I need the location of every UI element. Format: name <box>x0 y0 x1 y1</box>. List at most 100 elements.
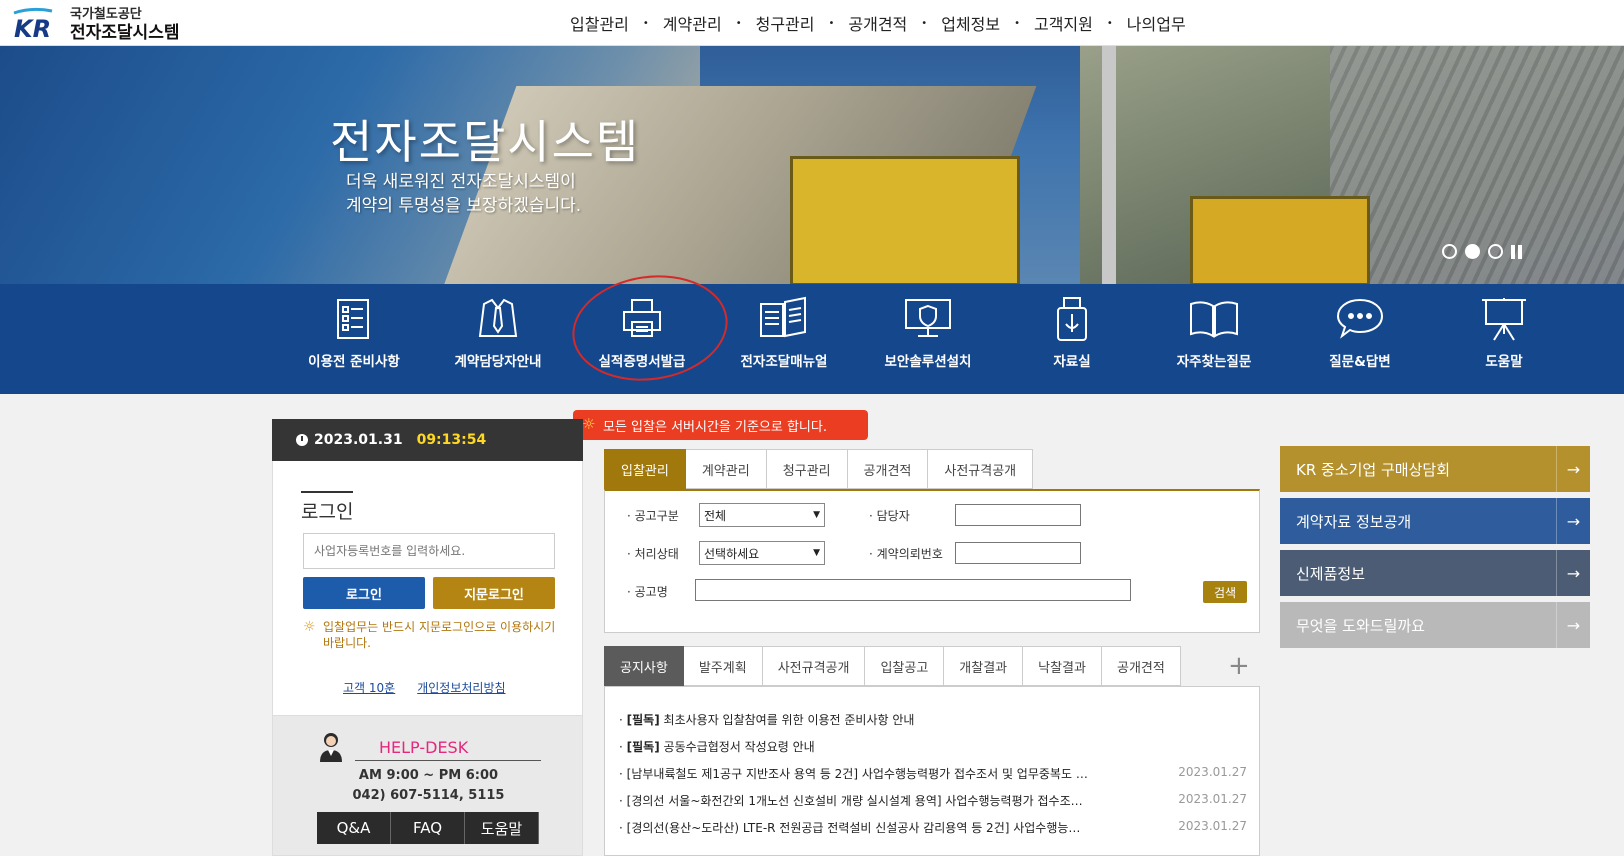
usb-icon <box>1057 297 1087 341</box>
checklist-icon <box>337 299 369 339</box>
notice-title: [경의선(용산~도라산) LTE-R 전원공급 전력설비 신설공사 감리용역 등… <box>626 821 1081 835</box>
slide-dot-3[interactable] <box>1488 244 1503 259</box>
banner-photo-maintenance-car <box>790 156 1020 284</box>
login-notice-text: 입찰업무는 반드시 지문로그인으로 이용하시기 바랍니다. <box>323 620 556 650</box>
quick-menu-security[interactable]: 보안솔루션설치 <box>860 284 996 394</box>
nav-bidding[interactable]: 입찰관리 <box>556 11 643 35</box>
list-item[interactable]: · [경의선(용산~도라산) LTE-R 전원공급 전력설비 신설공사 감리용역… <box>619 819 1247 836</box>
quick-menu-qna[interactable]: 질문&답변 <box>1292 284 1428 394</box>
process-status-select[interactable]: 선택하세요 ▼ <box>699 541 825 565</box>
help-assistant-link[interactable]: 무엇을 도와드릴까요 → <box>1280 602 1590 648</box>
site-logo[interactable]: KR 국가철도공단 전자조달시스템 <box>12 6 179 42</box>
search-tabs: 입찰관리 계약관리 청구관리 공개견적 사전규격공개 <box>604 449 1034 489</box>
right-link-label: 무엇을 도와드릴까요 <box>1296 616 1425 635</box>
login-links: 고객 10훈 개인정보처리방침 <box>343 679 506 696</box>
login-panel: 로그인 로그인 지문로그인 ☼ 입찰업무는 반드시 지문로그인으로 이용하시기 … <box>272 461 583 716</box>
privacy-policy-link[interactable]: 개인정보처리방침 <box>417 679 505 696</box>
speech-bubble-icon <box>1336 298 1384 339</box>
tab-contract[interactable]: 계약관리 <box>685 449 767 489</box>
help-button[interactable]: 도움말 <box>465 812 539 844</box>
server-time-notice-text: 모든 입찰은 서버시간을 기준으로 합니다. <box>603 419 827 435</box>
manager-input[interactable] <box>955 504 1081 526</box>
tab-bid-notice[interactable]: 입찰공고 <box>865 646 945 686</box>
tab-public-quote[interactable]: 공개견적 <box>847 449 929 489</box>
banner-photo-crane-car <box>1190 196 1370 284</box>
quick-menu-label: 보안솔루션설치 <box>884 354 972 370</box>
quick-menu-label: 자료실 <box>1053 354 1091 370</box>
server-clock: 2023.01.31 09:13:54 <box>272 419 583 461</box>
notice-title: [경의선 서울~화전간외 1개노선 신호설비 개량 실시설계 용역] 사업수행능… <box>626 794 1083 808</box>
sme-purchase-consult-link[interactable]: KR 중소기업 구매상담회 → <box>1280 446 1590 492</box>
clock-icon <box>296 434 308 446</box>
monitor-shield-icon <box>905 299 951 337</box>
nav-billing[interactable]: 청구관리 <box>742 11 829 35</box>
customer-principles-link[interactable]: 고객 10훈 <box>343 679 395 696</box>
quick-menu-faq[interactable]: 자주찾는질문 <box>1146 284 1282 394</box>
server-time-notice: ☼ 모든 입찰은 서버시간을 기준으로 합니다. <box>573 410 868 440</box>
banner-subtitle: 더욱 새로워진 전자조달시스템이 계약의 투명성을 보장하겠습니다. <box>346 170 581 218</box>
faq-button[interactable]: FAQ <box>391 812 465 844</box>
list-item[interactable]: · [필독] 공동수급협정서 작성요령 안내 <box>619 738 1247 755</box>
tab-pre-spec[interactable]: 사전규격공개 <box>762 646 866 686</box>
tab-award-result[interactable]: 낙찰결과 <box>1023 646 1102 686</box>
nav-company-info[interactable]: 업체정보 <box>927 11 1014 35</box>
tab-notices[interactable]: 공지사항 <box>604 646 684 686</box>
notice-tag: [필독] <box>626 740 660 754</box>
process-status-value: 선택하세요 <box>704 546 760 561</box>
quick-menu-contract-guide[interactable]: 계약담당자안내 <box>430 284 566 394</box>
banner-photo-pole <box>1102 46 1116 284</box>
notice-tag: [필독] <box>626 713 660 727</box>
quick-menu-archive[interactable]: 자료실 <box>1004 284 1140 394</box>
helpdesk-phone: 042) 607-5114, 5115 <box>352 788 505 803</box>
quick-menu-certificate[interactable]: 실적증명서발급 <box>574 284 710 394</box>
quick-menu-prep[interactable]: 이용전 준비사항 <box>286 284 422 394</box>
nav-public-quote[interactable]: 공개견적 <box>834 11 921 35</box>
tab-pre-spec[interactable]: 사전규격공개 <box>928 449 1034 489</box>
tab-billing[interactable]: 청구관리 <box>766 449 848 489</box>
tab-opening-result[interactable]: 개찰결과 <box>944 646 1024 686</box>
tab-bidding[interactable]: 입찰관리 <box>604 449 686 489</box>
label-process-status: · 처리상태 <box>627 547 679 561</box>
operator-avatar-icon <box>320 733 342 762</box>
tab-order-plan[interactable]: 발주계획 <box>683 646 763 686</box>
nav-my-work[interactable]: 나의업무 <box>1113 11 1200 35</box>
helpdesk-buttons: Q&A FAQ 도움말 <box>317 812 539 844</box>
notice-title-input[interactable] <box>695 579 1131 601</box>
presentation-board-icon <box>1482 298 1526 341</box>
search-button[interactable]: 검색 <box>1203 581 1247 603</box>
nav-customer-support[interactable]: 고객지원 <box>1020 11 1107 35</box>
slide-dot-2[interactable] <box>1465 244 1480 259</box>
list-item[interactable]: · [남부내륙철도 제1공구 지반조사 용역 등 2건] 사업수행능력평가 접수… <box>619 765 1247 782</box>
qna-button[interactable]: Q&A <box>317 812 391 844</box>
clock-date: 2023.01.31 <box>314 432 403 448</box>
notice-date: 2023.01.27 <box>1178 792 1247 806</box>
label-notice-type: · 공고구분 <box>627 509 679 523</box>
nav-contract[interactable]: 계약관리 <box>649 11 736 35</box>
list-item[interactable]: · [경의선 서울~화전간외 1개노선 신호설비 개량 실시설계 용역] 사업수… <box>619 792 1247 809</box>
helpdesk-panel: HELP-DESK AM 9:00 ~ PM 6:00 042) 607-511… <box>272 716 583 856</box>
contract-info-disclosure-link[interactable]: 계약자료 정보공개 → <box>1280 498 1590 544</box>
label-manager: · 담당자 <box>869 509 910 523</box>
login-button[interactable]: 로그인 <box>303 577 425 609</box>
new-product-info-link[interactable]: 신제품정보 → <box>1280 550 1590 596</box>
top-header: KR 국가철도공단 전자조달시스템 입찰관리 • 계약관리 • 청구관리 • 공… <box>0 0 1624 46</box>
fingerprint-login-button[interactable]: 지문로그인 <box>433 577 555 609</box>
slide-dot-1[interactable] <box>1442 244 1457 259</box>
quick-menu-label: 전자조달매뉴얼 <box>740 354 828 370</box>
pause-icon[interactable] <box>1511 244 1525 259</box>
tab-public-quote[interactable]: 공개견적 <box>1101 646 1181 686</box>
arrow-right-icon: → <box>1556 602 1590 648</box>
notice-type-select[interactable]: 전체 ▼ <box>699 503 825 527</box>
quick-menu-label: 이용전 준비사항 <box>308 354 400 370</box>
login-notice: ☼ 입찰업무는 반드시 지문로그인으로 이용하시기 바랍니다. <box>303 619 557 651</box>
right-link-label: 신제품정보 <box>1296 564 1366 583</box>
quick-menu-label: 실적증명서발급 <box>598 354 686 370</box>
list-item[interactable]: · [필독] 최초사용자 입찰참여를 위한 이용전 준비사항 안내 <box>619 711 1247 728</box>
request-number-input[interactable] <box>955 542 1081 564</box>
more-plus-icon[interactable]: + <box>1228 653 1250 679</box>
business-number-input[interactable] <box>303 533 555 569</box>
quick-menu-help[interactable]: 도움말 <box>1436 284 1572 394</box>
helpdesk-divider <box>355 760 541 761</box>
label-request-number: · 계약의뢰번호 <box>869 547 943 561</box>
quick-menu-manual[interactable]: 전자조달매뉴얼 <box>716 284 852 394</box>
